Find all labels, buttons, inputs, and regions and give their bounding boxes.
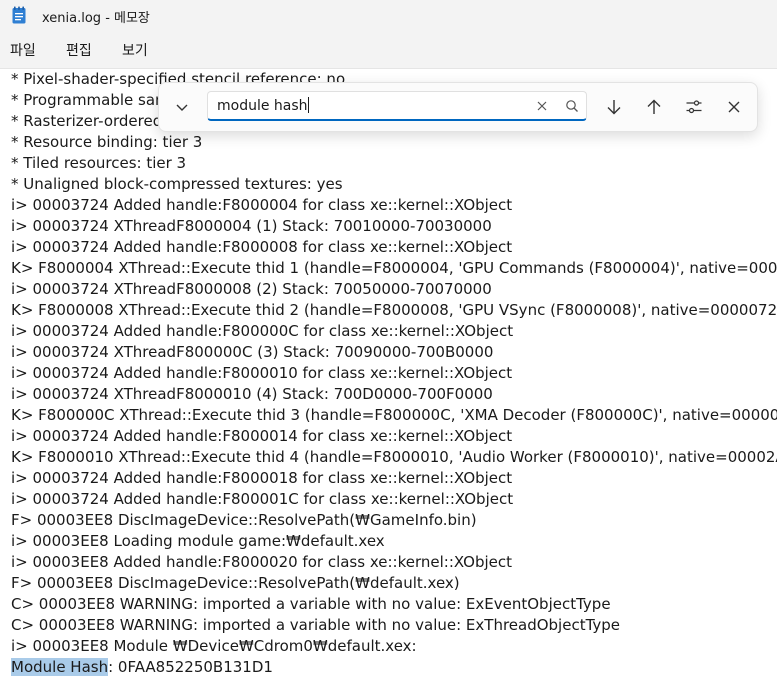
log-line: K> F8000004 XThread::Execute thid 1 (han… xyxy=(11,259,777,277)
log-line: K> F8000008 XThread::Execute thid 2 (han… xyxy=(11,301,777,319)
search-icon[interactable] xyxy=(564,98,580,114)
log-line: K> F8000010 XThread::Execute thid 4 (han… xyxy=(11,448,777,466)
log-line: i> 00003724 Added handle:F8000014 for cl… xyxy=(11,427,513,445)
module-hash-value: : 0FAA852250B131D1 xyxy=(108,658,273,676)
log-line: C> 00003EE8 WARNING: imported a variable… xyxy=(11,616,621,634)
toggle-replace-button[interactable] xyxy=(167,92,197,122)
options-icon xyxy=(686,100,702,114)
search-match-highlight[interactable]: Module Hash xyxy=(11,658,109,676)
menu-bar: 파일 편집 보기 xyxy=(0,32,777,69)
menu-edit[interactable]: 편집 xyxy=(64,40,94,60)
find-panel: module hash xyxy=(158,82,758,132)
log-line: * Unaligned block-compressed textures: y… xyxy=(11,175,343,193)
log-line: i> 00003EE8 Added handle:F8000020 for cl… xyxy=(11,553,513,571)
log-line: C> 00003EE8 WARNING: imported a variable… xyxy=(11,595,611,613)
log-line: i> 00003724 Added handle:F800000C for cl… xyxy=(11,322,514,340)
log-line: i> 00003724 XThreadF800000C (3) Stack: 7… xyxy=(11,343,494,361)
menu-file[interactable]: 파일 xyxy=(8,40,38,60)
find-previous-button[interactable] xyxy=(639,92,669,122)
log-line: i> 00003724 Added handle:F800001C for cl… xyxy=(11,490,514,508)
menu-view[interactable]: 보기 xyxy=(120,40,150,60)
text-editor[interactable]: * Pixel-shader-specified stencil referen… xyxy=(0,69,777,682)
log-line: F> 00003EE8 DiscImageDevice::ResolvePath… xyxy=(11,574,460,592)
log-line: i> 00003724 XThreadF8000008 (2) Stack: 7… xyxy=(11,280,492,298)
log-line: i> 00003724 Added handle:F8000008 for cl… xyxy=(11,238,513,256)
arrow-up-icon xyxy=(647,99,661,114)
notepad-icon xyxy=(12,6,26,24)
find-input[interactable]: module hash xyxy=(207,91,587,121)
find-next-button[interactable] xyxy=(599,92,629,122)
chevron-down-icon xyxy=(176,104,188,111)
log-line: K> F800000C XThread::Execute thid 3 (han… xyxy=(11,406,777,424)
log-line: F> 00003EE8 DiscImageDevice::ResolvePath… xyxy=(11,511,477,529)
title-bar: xenia.log - 메모장 xyxy=(0,0,777,32)
close-icon xyxy=(728,101,740,113)
clear-icon[interactable] xyxy=(534,98,550,114)
log-line: i> 00003724 XThreadF8000010 (4) Stack: 7… xyxy=(11,385,493,403)
log-line: i> 00003724 Added handle:F8000018 for cl… xyxy=(11,469,513,487)
log-line: i> 00003724 Added handle:F8000004 for cl… xyxy=(11,196,513,214)
log-line: i> 00003EE8 Loading module game:₩default… xyxy=(11,532,385,550)
log-line-match: Module Hash: 0FAA852250B131D1 xyxy=(11,657,273,678)
log-line: i> 00003724 Added handle:F8000010 for cl… xyxy=(11,364,513,382)
arrow-down-icon xyxy=(607,100,621,115)
log-line: i> 00003724 XThreadF8000004 (1) Stack: 7… xyxy=(11,217,492,235)
log-line: * Resource binding: tier 3 xyxy=(11,133,203,151)
window-title: xenia.log - 메모장 xyxy=(42,11,150,26)
find-options-button[interactable] xyxy=(679,92,709,122)
log-line: i> 00003EE8 Module ₩Device₩Cdrom0₩defaul… xyxy=(11,637,417,655)
find-query: module hash xyxy=(217,97,309,114)
text-caret xyxy=(307,97,309,113)
log-line: * Tiled resources: tier 3 xyxy=(11,154,187,172)
close-find-button[interactable] xyxy=(719,92,749,122)
